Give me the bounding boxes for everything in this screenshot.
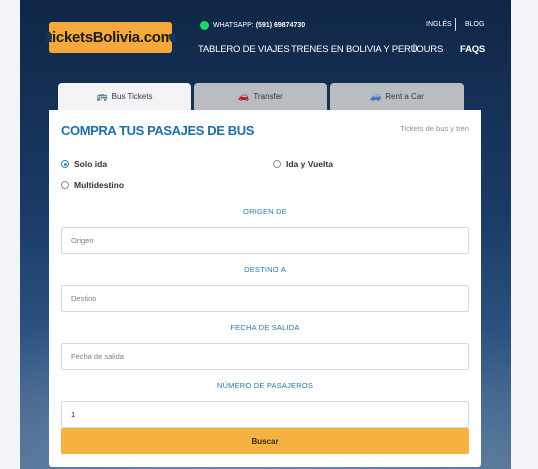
- nav-tablero-de-viajes[interactable]: TABLERO DE VIAJES: [198, 44, 290, 55]
- whatsapp-number: (591) 69874730: [255, 22, 306, 29]
- radio-ida-y-vuelta[interactable]: Ida y Vuelta: [273, 159, 333, 169]
- origin-label: ORIGEN DE: [243, 207, 287, 216]
- whatsapp-icon: [200, 21, 209, 30]
- radio-label: Multidestino: [74, 180, 125, 190]
- destination-label: DESTINO A: [244, 265, 286, 274]
- booking-form: COMPRA TUS PASAJES DE BUS Tickets de bus…: [49, 110, 481, 467]
- language-link[interactable]: INGLÉS: [426, 21, 452, 28]
- radio-button[interactable]: [273, 160, 281, 168]
- blog-link[interactable]: BLOG: [465, 21, 484, 28]
- whatsapp-prefix: WHATSAPP:: [213, 22, 254, 29]
- nav-faqs[interactable]: FAQS: [460, 44, 485, 55]
- date-label: FECHA DE SALIDA: [230, 323, 300, 332]
- origin-input[interactable]: Origen: [61, 227, 469, 254]
- whatsapp-contact[interactable]: WHATSAPP: (591) 69874730: [200, 21, 305, 30]
- passengers-input[interactable]: 1: [61, 401, 469, 428]
- radio-multidestino[interactable]: Multidestino: [61, 180, 124, 190]
- header-divider: [455, 18, 456, 31]
- passengers-label: NÚMERO DE PASAJEROS: [216, 381, 314, 390]
- tab-rent-a-car[interactable]: 🚙 Rent a Car: [330, 83, 464, 110]
- radio-label: Solo ida: [74, 159, 108, 169]
- bus-icon: 🚌: [96, 91, 108, 101]
- search-button[interactable]: Buscar: [61, 428, 469, 454]
- tab-label: Bus Tickets: [111, 92, 153, 101]
- destination-input[interactable]: Destino: [61, 285, 469, 312]
- radio-button[interactable]: [61, 160, 69, 168]
- car-icon: 🚗: [238, 91, 250, 101]
- tab-label: Transfer: [253, 92, 283, 101]
- form-title: COMPRA TUS PASAJES DE BUS: [61, 123, 254, 138]
- date-input[interactable]: Fecha de salida: [61, 343, 469, 370]
- radio-button[interactable]: [61, 181, 69, 189]
- radio-solo-ida[interactable]: Solo ida: [61, 159, 107, 169]
- rent-car-icon: 🚙: [370, 91, 382, 101]
- nav-tours[interactable]: TOURS: [411, 44, 443, 55]
- tab-transfer[interactable]: 🚗 Transfer: [194, 83, 327, 110]
- tab-bus-tickets[interactable]: 🚌 Bus Tickets: [58, 83, 191, 110]
- nav-trenes[interactable]: TRENES EN BOLIVIA Y PERÚ: [291, 44, 418, 55]
- form-subtitle: Tickets de bus y tren: [400, 124, 469, 133]
- radio-label: Ida y Vuelta: [286, 159, 333, 169]
- site-logo[interactable]: ticketsBolivia.com: [46, 22, 175, 53]
- tab-label: Rent a Car: [385, 92, 424, 101]
